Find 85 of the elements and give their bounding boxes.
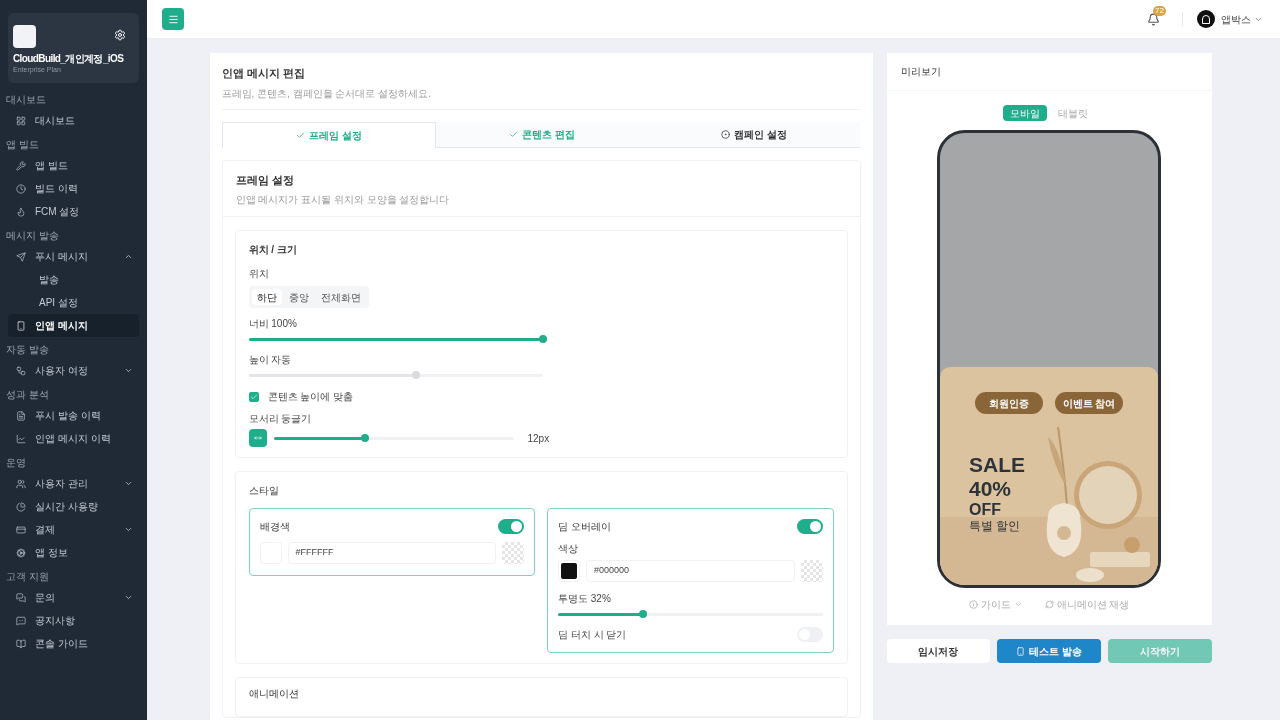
section-header: 메시지 발송: [6, 229, 59, 243]
sidebar-item[interactable]: 대시보드: [8, 109, 139, 132]
info-icon: [968, 600, 978, 609]
action-button[interactable]: 임시저장: [886, 639, 991, 663]
user-name: 앱박스: [1221, 12, 1251, 27]
sidebar-item[interactable]: 푸시 메시지: [8, 245, 139, 268]
chevron-down-icon: [124, 479, 133, 488]
banner-text: 특별 할인: [969, 519, 1022, 534]
slider-thumb[interactable]: [360, 434, 369, 442]
refresh-icon: [1044, 600, 1054, 609]
sidebar-item[interactable]: 푸시 발송 이력: [8, 404, 139, 427]
sidebar-item[interactable]: 실시간 사용량: [8, 495, 139, 518]
preview-title: 미리보기: [900, 65, 941, 79]
chevron-down-icon: [124, 593, 133, 602]
option-label: 딤 오버레이: [558, 520, 611, 534]
panel-title: 애니메이션: [248, 687, 300, 701]
section-title: 프레임 설정: [235, 172, 295, 188]
settings-icon[interactable]: [114, 29, 126, 41]
slider-thumb[interactable]: [538, 335, 547, 343]
sidebar-subitem[interactable]: API 설정: [8, 291, 139, 314]
sidebar-item[interactable]: 인앱 메시지 이력: [8, 427, 139, 450]
sidebar-item[interactable]: 사용자 여정: [8, 359, 139, 382]
field-label: 투명도 32%: [558, 592, 612, 606]
notification-icon[interactable]: [1147, 12, 1160, 26]
banner-text: 40%: [969, 477, 1013, 502]
option-label: 딤 터치 시 닫기: [558, 628, 627, 642]
user-avatar[interactable]: [1197, 10, 1215, 28]
sidebar-item[interactable]: FCM 설정: [8, 200, 139, 223]
sidebar-item[interactable]: 사용자 관리: [8, 472, 139, 495]
section-header: 자동 발송: [6, 343, 49, 357]
transparency-icon: [502, 542, 524, 564]
phone-icon: [1016, 646, 1026, 656]
action-button[interactable]: 테스트 발송: [997, 639, 1101, 663]
sidebar-item[interactable]: 결제: [8, 518, 139, 541]
toggle-switch[interactable]: [796, 519, 823, 534]
banner-button[interactable]: 이벤트 참여: [1055, 392, 1123, 414]
app-logo: [13, 25, 36, 48]
section-header: 운영: [6, 456, 26, 470]
account-name: CloudBuild_개인계정_iOS: [13, 53, 124, 66]
panel-title: 스타일: [248, 484, 280, 498]
chevron-down-icon: [124, 366, 133, 375]
color-swatch[interactable]: [561, 563, 577, 579]
section-header: 앱 빌드: [6, 138, 39, 152]
editor-subtitle: 프레임, 콘텐츠, 캠페인을 순서대로 설정하세요.: [221, 86, 432, 101]
hex-input[interactable]: #FFFFFF: [287, 542, 496, 564]
sidebar-item[interactable]: 문의: [8, 586, 139, 609]
section-header: 대시보드: [6, 93, 46, 107]
toggle-switch[interactable]: [498, 519, 524, 534]
panel-title: 위치 / 크기: [248, 243, 298, 257]
slider-value: 12px: [527, 431, 550, 446]
chevron-up-icon: [124, 252, 133, 261]
sidebar-item[interactable]: 인앱 메시지: [8, 314, 139, 337]
radius-icon: [248, 429, 267, 447]
sidebar-item[interactable]: 콘솔 가이드: [8, 632, 139, 655]
segment-option[interactable]: 중앙: [283, 289, 314, 305]
sidebar-item[interactable]: 빌드 이력: [8, 177, 139, 200]
segment-option[interactable]: 하단: [251, 289, 282, 305]
section-header: 성과 분석: [6, 388, 49, 402]
section-subtitle: 인앱 메시지가 표시될 위치와 모양을 설정합니다: [235, 193, 451, 207]
sidebar-item[interactable]: 앱 빌드: [8, 154, 139, 177]
banner-text: SALE: [969, 453, 1026, 478]
transparency-icon: [800, 560, 823, 582]
chevron-down-icon: [124, 525, 133, 534]
field-label: 너비 100%: [248, 317, 298, 331]
chevron-down-icon: [1013, 600, 1023, 609]
sidebar-item[interactable]: 공지사항: [8, 609, 139, 632]
field-label: 위치: [248, 267, 270, 281]
field-label: 모서리 둥글기: [248, 412, 313, 426]
field-label: 색상: [558, 542, 579, 556]
sidebar-subitem[interactable]: 발송: [8, 268, 139, 291]
editor-title: 인앱 메시지 편집: [221, 66, 306, 81]
field-label: 높이 자동: [248, 353, 293, 367]
hex-input[interactable]: #000000: [586, 560, 795, 582]
section-header: 고객 지원: [6, 570, 49, 584]
banner-button[interactable]: 회원인증: [975, 392, 1043, 414]
segment-option[interactable]: 전체화면: [315, 289, 366, 305]
checkbox[interactable]: [248, 391, 259, 402]
notification-badge: 72: [1153, 5, 1166, 16]
checkbox-label: 콘텐츠 높이에 맞춤: [267, 390, 354, 404]
slider-thumb[interactable]: [638, 610, 647, 618]
banner-text: OFF: [969, 501, 1002, 520]
option-label: 배경색: [259, 520, 290, 534]
step-tab[interactable]: 캠페인 설정: [648, 121, 861, 148]
sidebar-item[interactable]: 앱 정보: [8, 541, 139, 564]
menu-button[interactable]: [162, 8, 184, 30]
